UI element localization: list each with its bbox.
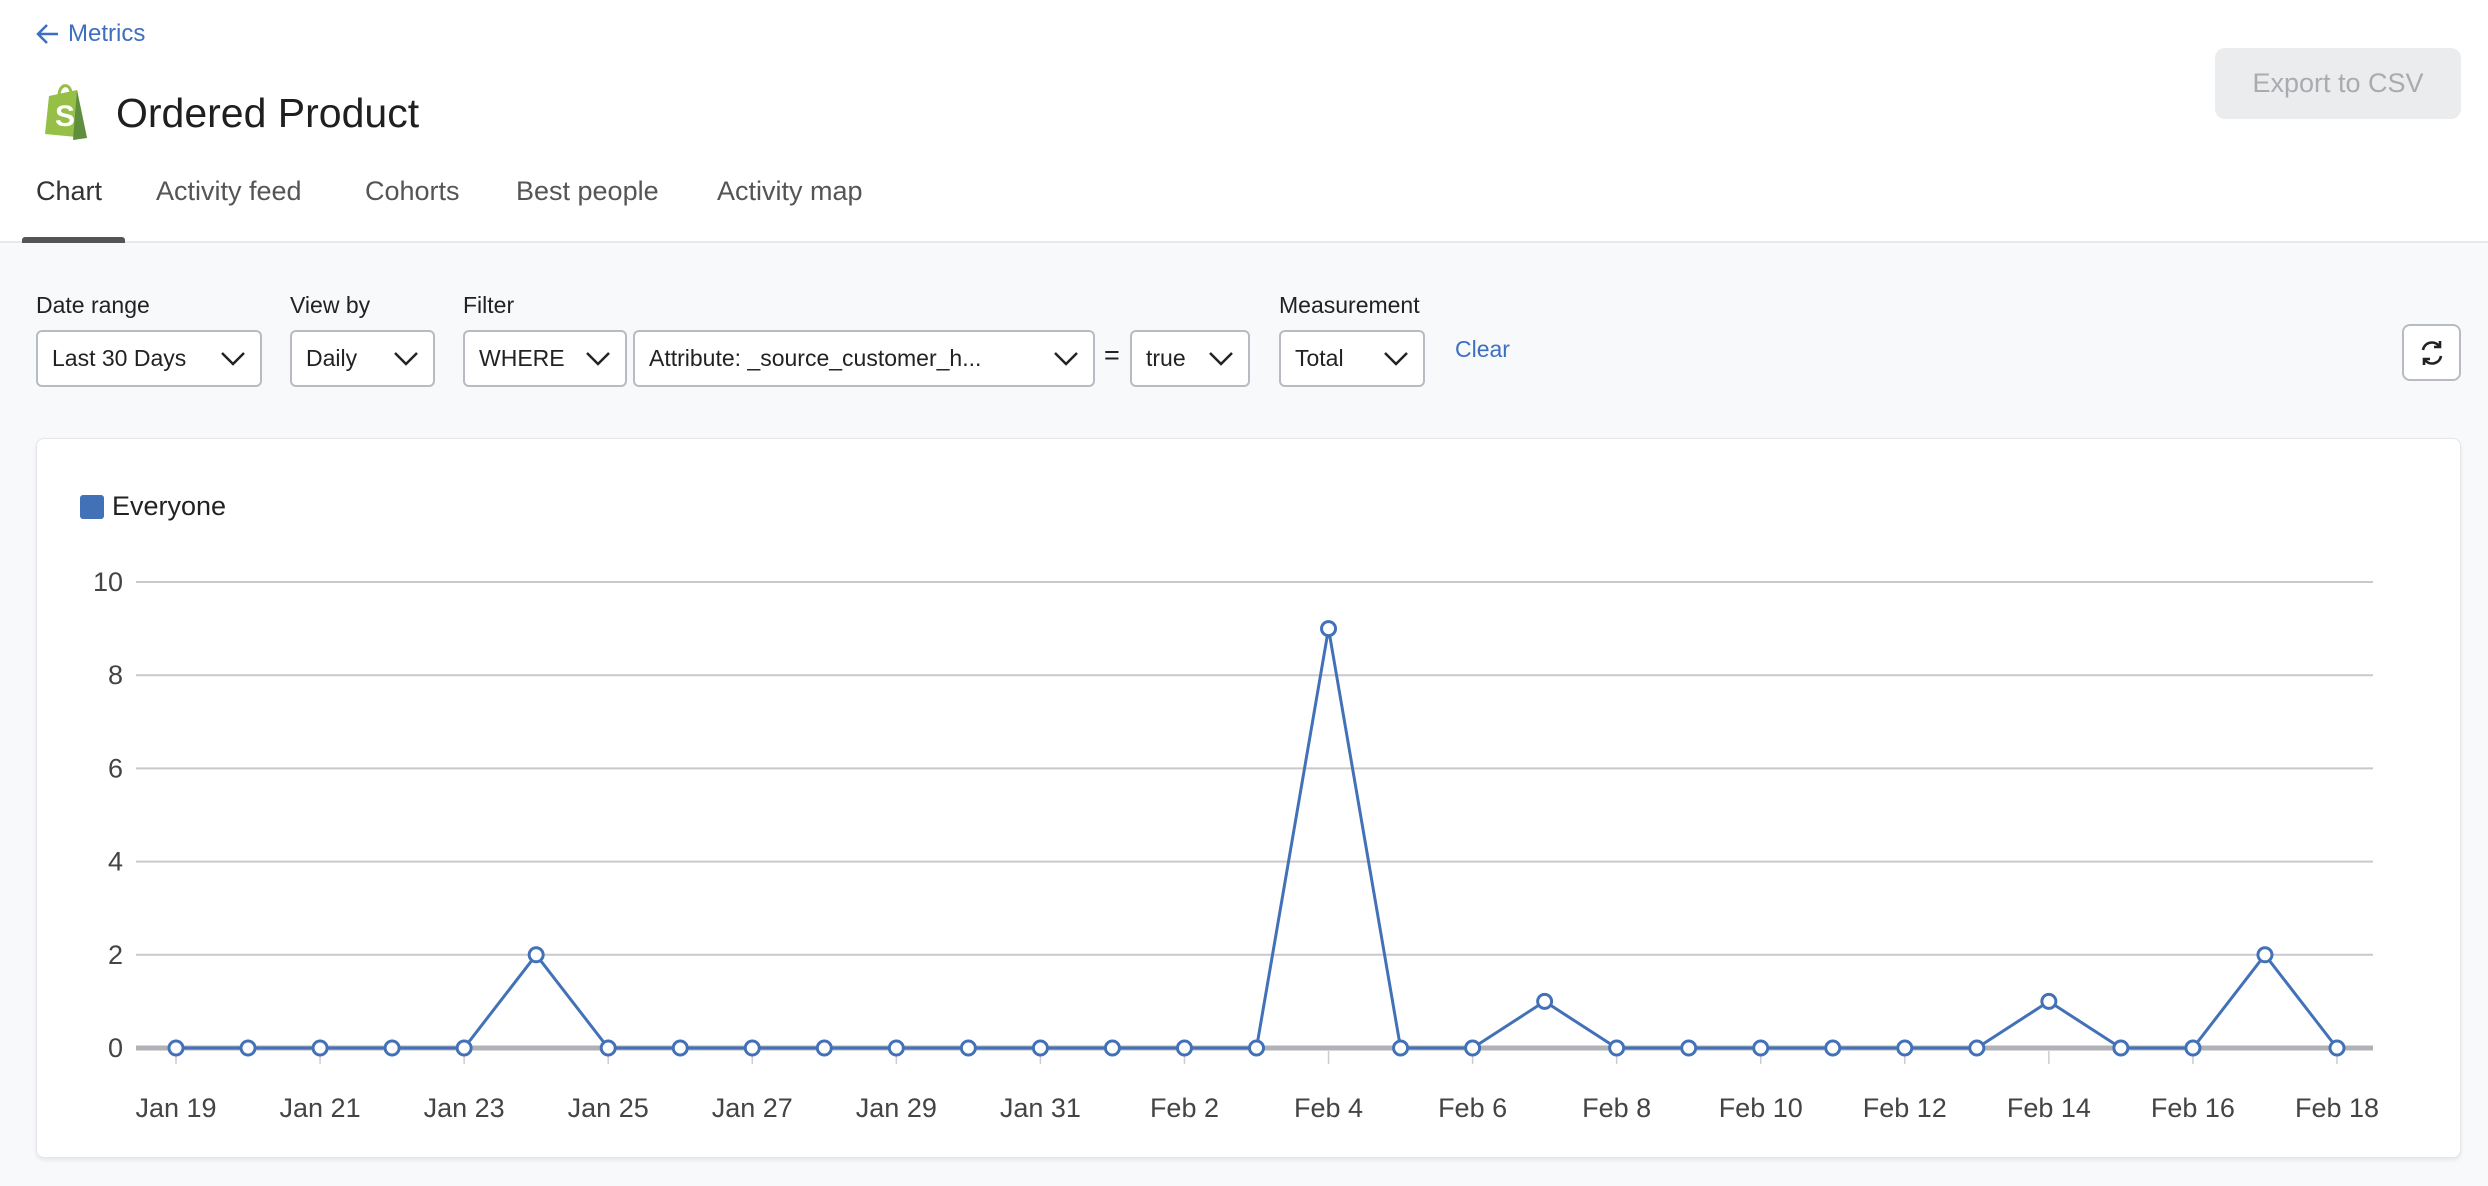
line-chart: 0 2 4 6 8 10 Jan 19 Jan 21 Jan 23 Jan 25 Jan 27 Jan… [93,567,2379,1123]
x-tick-label: Jan 31 [1000,1093,1081,1123]
data-point [1896,1039,1914,1057]
chevron-down-icon [1384,351,1408,366]
y-tick-label: 4 [108,847,123,877]
series-line [176,628,2339,1050]
data-point [239,1039,257,1057]
y-tick-label: 8 [108,660,123,690]
data-point [1175,1039,1193,1057]
data-point [2040,992,2058,1010]
data-point [1608,1039,1626,1057]
data-point [167,1039,185,1057]
data-point [1680,1039,1698,1057]
data-point [2112,1039,2130,1057]
page-title: Ordered Product [116,90,420,136]
active-tab-indicator [22,237,125,243]
filter-attribute-select[interactable]: Attribute: _source_customer_h... [633,330,1095,387]
data-point [1536,992,1554,1010]
chevron-down-icon [221,351,245,366]
x-tick-label: Jan 21 [280,1093,361,1123]
data-point [671,1039,689,1057]
chevron-down-icon [394,351,418,366]
data-point [383,1039,401,1057]
tab-chart[interactable]: Chart [36,176,102,207]
x-tick-label: Jan 25 [568,1093,649,1123]
data-point [2328,1039,2346,1057]
view-by-value: Daily [306,345,358,371]
data-point [1103,1039,1121,1057]
data-point [1392,1039,1410,1057]
data-point [743,1039,761,1057]
svg-text:S: S [55,100,75,133]
date-range-value: Last 30 Days [52,345,187,371]
y-tick-label: 6 [108,753,123,783]
arrow-left-icon [36,24,58,44]
chevron-down-icon [1054,351,1078,366]
data-point [1752,1039,1770,1057]
clear-filters-link[interactable]: Clear [1455,336,1510,363]
data-point [599,1039,617,1057]
x-tick-label: Feb 16 [2151,1093,2235,1123]
x-tick-label: Feb 8 [1582,1093,1651,1123]
x-tick-label: Jan 19 [135,1093,216,1123]
x-tick-label: Jan 29 [856,1093,937,1123]
data-point [815,1039,833,1057]
tab-best-people[interactable]: Best people [516,176,659,207]
y-tick-label: 2 [108,940,123,970]
x-tick-label: Feb 4 [1294,1093,1363,1123]
x-tick-label: Feb 10 [1719,1093,1803,1123]
y-tick-label: 10 [93,567,123,597]
data-point [527,946,545,964]
refresh-icon [2421,340,2442,365]
date-range-label: Date range [36,292,150,318]
data-point [1320,620,1338,638]
data-point [455,1039,473,1057]
filter-operator: = [1104,340,1120,370]
back-label: Metrics [68,20,146,47]
filter-attribute-value: Attribute: _source_customer_h... [649,345,982,371]
chart-card: Everyone 0 2 4 6 8 10 Jan 19 Jan 21 Jan 23 Jan 25… [36,438,2461,1158]
back-to-metrics-link[interactable]: Metrics [36,20,145,48]
shopify-logo: S [45,84,87,140]
refresh-button[interactable] [2402,324,2461,381]
tab-activity-feed[interactable]: Activity feed [156,176,302,207]
data-point [1968,1039,1986,1057]
x-tick-label: Jan 23 [424,1093,505,1123]
filter-clause-select[interactable]: WHERE [463,330,627,387]
data-point [1824,1039,1842,1057]
chevron-down-icon [1209,351,1233,366]
x-tick-label: Jan 27 [712,1093,793,1123]
data-point [2184,1039,2202,1057]
data-point [887,1039,905,1057]
x-tick-label: Feb 2 [1150,1093,1219,1123]
x-tick-label: Feb 6 [1438,1093,1507,1123]
x-tick-label: Feb 18 [2295,1093,2379,1123]
measurement-label: Measurement [1279,292,1420,318]
x-tick-label: Feb 14 [2007,1093,2091,1123]
page-header: Metrics S Ordered Product Export to CSV … [0,0,2488,243]
filter-clause-value: WHERE [479,345,565,371]
tab-cohorts[interactable]: Cohorts [365,176,460,207]
data-point [2256,946,2274,964]
measurement-select[interactable]: Total [1279,330,1425,387]
tab-activity-map[interactable]: Activity map [717,176,863,207]
data-point [1031,1039,1049,1057]
view-by-select[interactable]: Daily [290,330,435,387]
filter-value-select[interactable]: true [1130,330,1250,387]
view-by-label: View by [290,292,371,318]
filter-label: Filter [463,292,515,318]
data-point [311,1039,329,1057]
data-point [1248,1039,1265,1057]
filter-value: true [1146,345,1186,371]
x-tick-label: Feb 12 [1863,1093,1947,1123]
export-csv-button[interactable]: Export to CSV [2215,48,2461,119]
data-point [959,1039,977,1057]
data-point [1464,1039,1482,1057]
y-tick-label: 0 [108,1033,123,1063]
chevron-down-icon [586,351,610,366]
measurement-value: Total [1295,345,1344,371]
date-range-select[interactable]: Last 30 Days [36,330,262,387]
